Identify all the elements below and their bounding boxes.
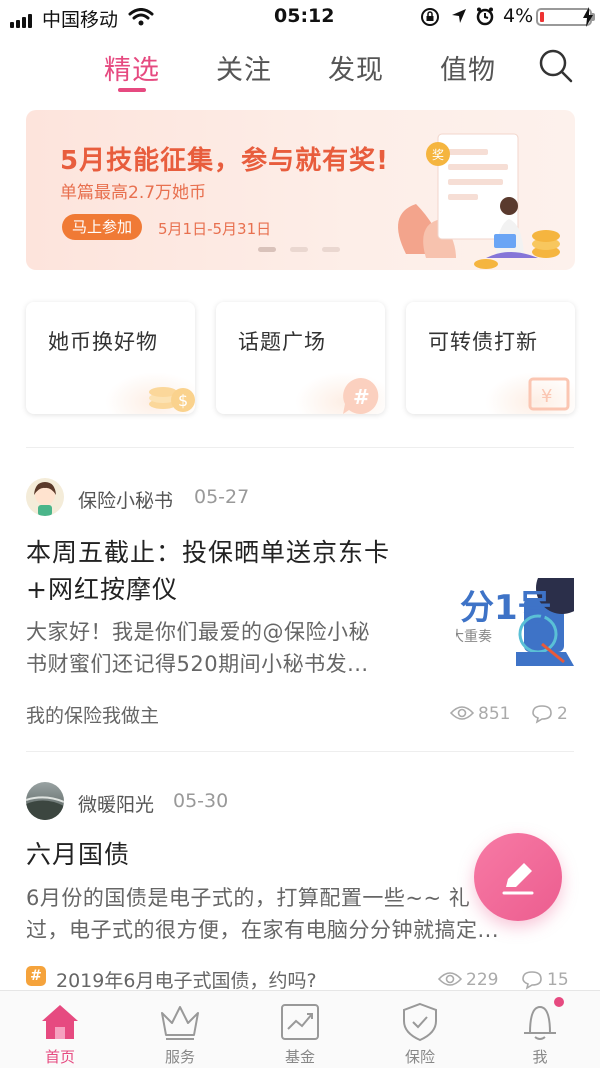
charging-icon xyxy=(583,7,593,27)
status-time: 05:12 xyxy=(274,5,335,27)
quick-card-coin-exchange[interactable]: 她币换好物 $ xyxy=(26,302,195,414)
coin-stack-icon: $ xyxy=(149,387,195,412)
eye-icon xyxy=(450,706,474,720)
tab-featured[interactable]: 精选 xyxy=(104,48,160,87)
battery-percent: 4% xyxy=(503,5,534,27)
crown-icon xyxy=(161,1006,199,1040)
pencil-icon xyxy=(502,863,534,895)
location-icon xyxy=(452,9,466,23)
nav-label: 基金 xyxy=(284,1048,315,1066)
shield-check-icon xyxy=(403,1002,437,1042)
notification-dot xyxy=(552,995,566,1009)
nav-funds[interactable]: 基金 xyxy=(240,991,360,1068)
svg-text:¥: ¥ xyxy=(541,386,552,407)
comment-icon[interactable] xyxy=(521,970,543,990)
post-title[interactable]: 本周五截止：投保晒单送京东卡 +网红按摩仪 xyxy=(26,534,446,608)
hashtag-bubble-icon: # xyxy=(343,378,379,414)
tab-worth-buying[interactable]: 值物 xyxy=(440,48,496,87)
nav-label: 首页 xyxy=(44,1048,75,1066)
quick-card-label: 话题广场 xyxy=(238,330,326,354)
nav-services[interactable]: 服务 xyxy=(120,991,240,1068)
alarm-icon xyxy=(476,7,494,26)
post-topic-tag[interactable]: 2019年6月电子式国债，约吗? xyxy=(56,966,317,993)
post-thumbnail[interactable]: 分1号 大重奏 xyxy=(456,578,574,666)
award-badge: 奖 xyxy=(432,148,444,162)
avatar[interactable] xyxy=(26,782,64,820)
home-icon xyxy=(42,1005,78,1039)
banner-illustration: 奖 xyxy=(398,133,560,269)
post-summary[interactable]: 大家好！我是你们最爱的@保险小秘 书财蜜们还记得520期间小秘书发... xyxy=(26,616,446,680)
carrier-name: 中国移动 xyxy=(42,9,119,31)
nav-label: 服务 xyxy=(164,1048,195,1066)
eye-icon xyxy=(438,972,462,986)
bottom-nav: 首页 服务 基金 保险 我 xyxy=(0,990,600,1068)
carousel-dot[interactable] xyxy=(290,247,308,252)
nav-insurance[interactable]: 保险 xyxy=(360,991,480,1068)
chart-icon xyxy=(281,1004,319,1040)
carousel-dot[interactable] xyxy=(258,247,276,252)
svg-text:#: # xyxy=(353,385,370,409)
orientation-lock-icon xyxy=(421,8,439,26)
post-topic-tag[interactable]: 我的保险我做主 xyxy=(26,701,159,728)
banner-date-range: 5月1日-5月31日 xyxy=(158,220,272,238)
post-date: 05-30 xyxy=(173,790,229,812)
banner-subtitle: 单篇最高2.7万她币 xyxy=(60,183,207,203)
nav-me[interactable]: 我 xyxy=(480,991,600,1068)
join-now-button[interactable]: 马上参加 xyxy=(62,214,143,240)
comment-count: 2 xyxy=(557,704,568,724)
signal-icon xyxy=(10,9,34,28)
wifi-icon xyxy=(128,8,154,26)
comment-count: 15 xyxy=(547,970,569,990)
svg-text:$: $ xyxy=(178,391,188,410)
thumbnail-subtext: 大重奏 xyxy=(456,629,492,645)
search-icon[interactable] xyxy=(538,48,574,84)
promo-banner[interactable]: 5月技能征集，参与就有奖! 单篇最高2.7万她币 马上参加 5月1日-5月31日… xyxy=(26,110,575,270)
yen-ticket-icon: ¥ xyxy=(528,377,570,411)
quick-card-label: 可转债打新 xyxy=(428,330,538,354)
quick-card-convertible-bond[interactable]: 可转债打新 ¥ xyxy=(406,302,575,414)
nav-label: 我 xyxy=(532,1048,548,1066)
quick-card-topic-square[interactable]: 话题广场 # xyxy=(216,302,385,414)
banner-title: 5月技能征集，参与就有奖! xyxy=(60,146,389,176)
comment-icon[interactable] xyxy=(531,704,553,724)
post-date: 05-27 xyxy=(194,486,250,508)
tab-following[interactable]: 关注 xyxy=(216,48,272,87)
avatar[interactable] xyxy=(26,478,64,516)
view-count: 851 xyxy=(478,704,511,724)
carousel-dot[interactable] xyxy=(322,247,340,252)
view-count: 229 xyxy=(466,970,499,990)
quick-card-label: 她币换好物 xyxy=(48,330,158,354)
compose-button[interactable] xyxy=(474,833,562,921)
tab-discover[interactable]: 发现 xyxy=(328,48,384,87)
status-bar: 中国移动 05:12 4% xyxy=(0,0,600,34)
post-author[interactable]: 微暖阳光 xyxy=(78,790,154,817)
topic-hash-badge: # xyxy=(26,966,46,986)
thumbnail-text: 分1号 xyxy=(460,588,552,628)
post-card[interactable]: 保险小秘书 05-27 本周五截止：投保晒单送京东卡 +网红按摩仪 大家好！我是… xyxy=(0,448,600,751)
post-author[interactable]: 保险小秘书 xyxy=(78,486,173,513)
active-tab-indicator xyxy=(118,88,146,92)
nav-label: 保险 xyxy=(404,1048,435,1066)
nav-home[interactable]: 首页 xyxy=(0,991,120,1068)
